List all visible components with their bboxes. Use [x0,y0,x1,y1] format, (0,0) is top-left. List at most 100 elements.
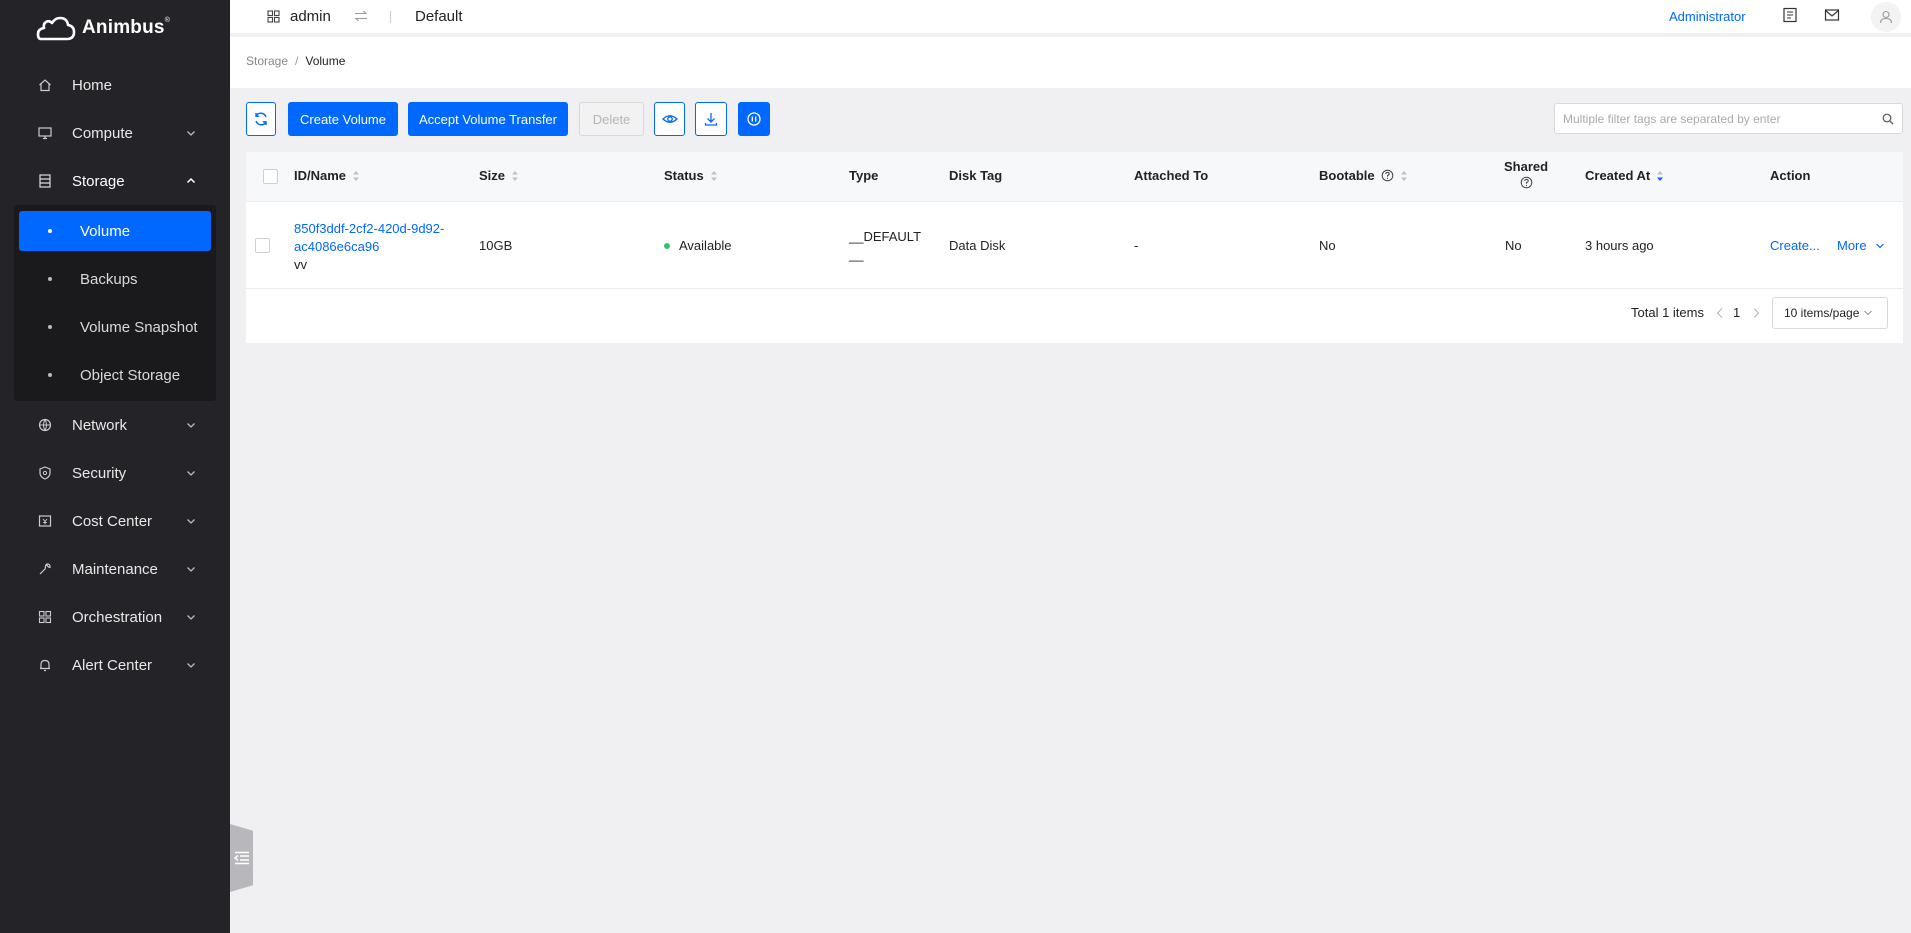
row-checkbox[interactable] [255,238,270,253]
download-button[interactable] [695,102,727,136]
select-all-checkbox[interactable] [263,169,278,184]
column-status[interactable]: Status [664,168,718,183]
sidebar-subitem-volume[interactable]: Volume [19,211,211,251]
sidebar-item-label: Maintenance [72,560,158,578]
volume-id-name-cell: 850f3ddf-2cf2-420d-9d92- ac4086e6ca96 vv [294,220,444,274]
column-label: Disk Tag [949,168,1003,183]
help-circle-icon[interactable] [1381,169,1394,182]
sidebar-subitem-backups[interactable]: Backups [14,255,216,303]
pagination-total: Total 1 items [1631,305,1704,320]
next-page-icon[interactable] [1751,307,1761,319]
switch-project-icon[interactable] [354,10,368,22]
column-label: Attached To [1134,168,1209,183]
accept-volume-transfer-button[interactable]: Accept Volume Transfer [408,102,568,136]
filter-search-box[interactable] [1554,103,1903,134]
bullet-icon [48,277,52,281]
sidebar-subitem-volume-snapshot[interactable]: Volume Snapshot [14,303,216,351]
chevron-down-icon [187,519,195,524]
more-label: More [1837,238,1867,253]
sidebar-subitem-label: Volume Snapshot [80,318,198,336]
sort-icon [353,170,360,181]
project-grid-icon [267,10,280,23]
column-label: Shared [1504,159,1549,174]
filter-search-input[interactable] [1555,104,1865,133]
prev-page-icon[interactable] [1715,307,1725,319]
sidebar-collapse-handle[interactable] [230,824,253,892]
column-shared: Shared [1504,159,1548,189]
page-size-value: 10 items/page [1784,306,1860,320]
column-created-at[interactable]: Created At [1585,168,1664,183]
search-icon[interactable] [1882,113,1894,125]
column-label: Type [849,168,879,183]
delete-button[interactable]: Delete [579,102,644,136]
column-size[interactable]: Size [479,168,519,183]
administrator-link[interactable]: Administrator [1669,9,1746,24]
sidebar-item-label: Security [72,464,127,482]
breadcrumb-volume: Volume [305,54,346,68]
sidebar-item-cost-center[interactable]: Cost Center [0,497,230,545]
grid-icon [38,610,52,624]
sort-icon [512,170,519,181]
sort-icon [1400,170,1407,181]
column-label: Action [1770,168,1811,183]
status-dot-icon [664,242,670,249]
refresh-icon [255,112,267,126]
download-icon [704,113,718,126]
sidebar-item-label: Home [72,76,113,94]
breadcrumb: Storage / Volume [246,54,345,68]
column-bootable[interactable]: Bootable [1319,168,1408,183]
column-type: Type [849,168,878,183]
refresh-button[interactable] [246,102,276,136]
column-label: Created At [1585,168,1651,183]
sidebar-item-network[interactable]: Network [0,401,230,449]
created-at-cell: 3 hours ago [1585,238,1654,253]
storage-submenu: Volume Backups Volume Snapshot Object St… [14,205,216,401]
sidebar-item-label: Compute [72,124,133,142]
project-name[interactable]: admin [290,8,331,25]
sidebar-item-compute[interactable]: Compute [0,109,230,157]
sidebar-item-home[interactable]: Home [0,61,230,109]
domain-name: Default [415,8,463,25]
create-volume-button[interactable]: Create Volume [288,102,398,136]
sidebar-nav: Home Compute Storage Volume Backups Volu… [0,61,230,689]
disk-tag-cell: Data Disk [949,238,1006,253]
volume-table: ID/Name Size Status Type Disk Tag Attach… [246,152,1903,343]
column-id-name[interactable]: ID/Name [294,168,360,183]
globe-icon [38,418,52,432]
eye-icon [661,115,678,123]
sidebar-item-orchestration[interactable]: Orchestration [0,593,230,641]
collapse-menu-icon [233,851,249,865]
create-action-link[interactable]: Create... [1770,238,1820,253]
document-list-icon[interactable] [1782,7,1798,23]
bullet-icon [48,229,52,233]
help-circle-icon[interactable] [1520,176,1533,189]
user-avatar[interactable] [1871,2,1901,32]
sidebar-item-security[interactable]: Security [0,449,230,497]
sidebar-item-alert-center[interactable]: Alert Center [0,641,230,689]
mail-icon[interactable] [1824,7,1840,23]
pagination-current-page[interactable]: 1 [1733,305,1740,320]
sidebar-subitem-object-storage[interactable]: Object Storage [14,351,216,399]
attached-to-cell: - [1134,238,1139,253]
shield-icon [38,466,52,480]
storage-icon [38,174,52,188]
bullet-icon [48,373,52,377]
bell-icon [38,658,52,672]
column-disk-tag: Disk Tag [949,168,1002,183]
sort-desc-icon [1657,170,1664,181]
sidebar-item-maintenance[interactable]: Maintenance [0,545,230,593]
brand-logo[interactable]: Animbus® [36,12,170,44]
home-icon [38,78,52,92]
view-columns-button[interactable] [654,102,685,136]
chevron-down-icon [187,615,195,620]
info-button[interactable] [738,102,770,136]
sidebar-item-label: Storage [72,172,125,190]
volume-id-link[interactable]: 850f3ddf-2cf2-420d-9d92- ac4086e6ca96 [294,220,444,256]
table-header: ID/Name Size Status Type Disk Tag Attach… [246,152,1903,202]
more-actions-dropdown[interactable]: More [1837,238,1885,253]
sidebar: Animbus® Home Compute Storage Volume Bac… [0,0,230,933]
page-size-select[interactable]: 10 items/page [1772,297,1888,329]
cloud-logo-icon [36,16,76,41]
breadcrumb-storage[interactable]: Storage [246,54,288,68]
sidebar-item-storage[interactable]: Storage [0,157,230,205]
